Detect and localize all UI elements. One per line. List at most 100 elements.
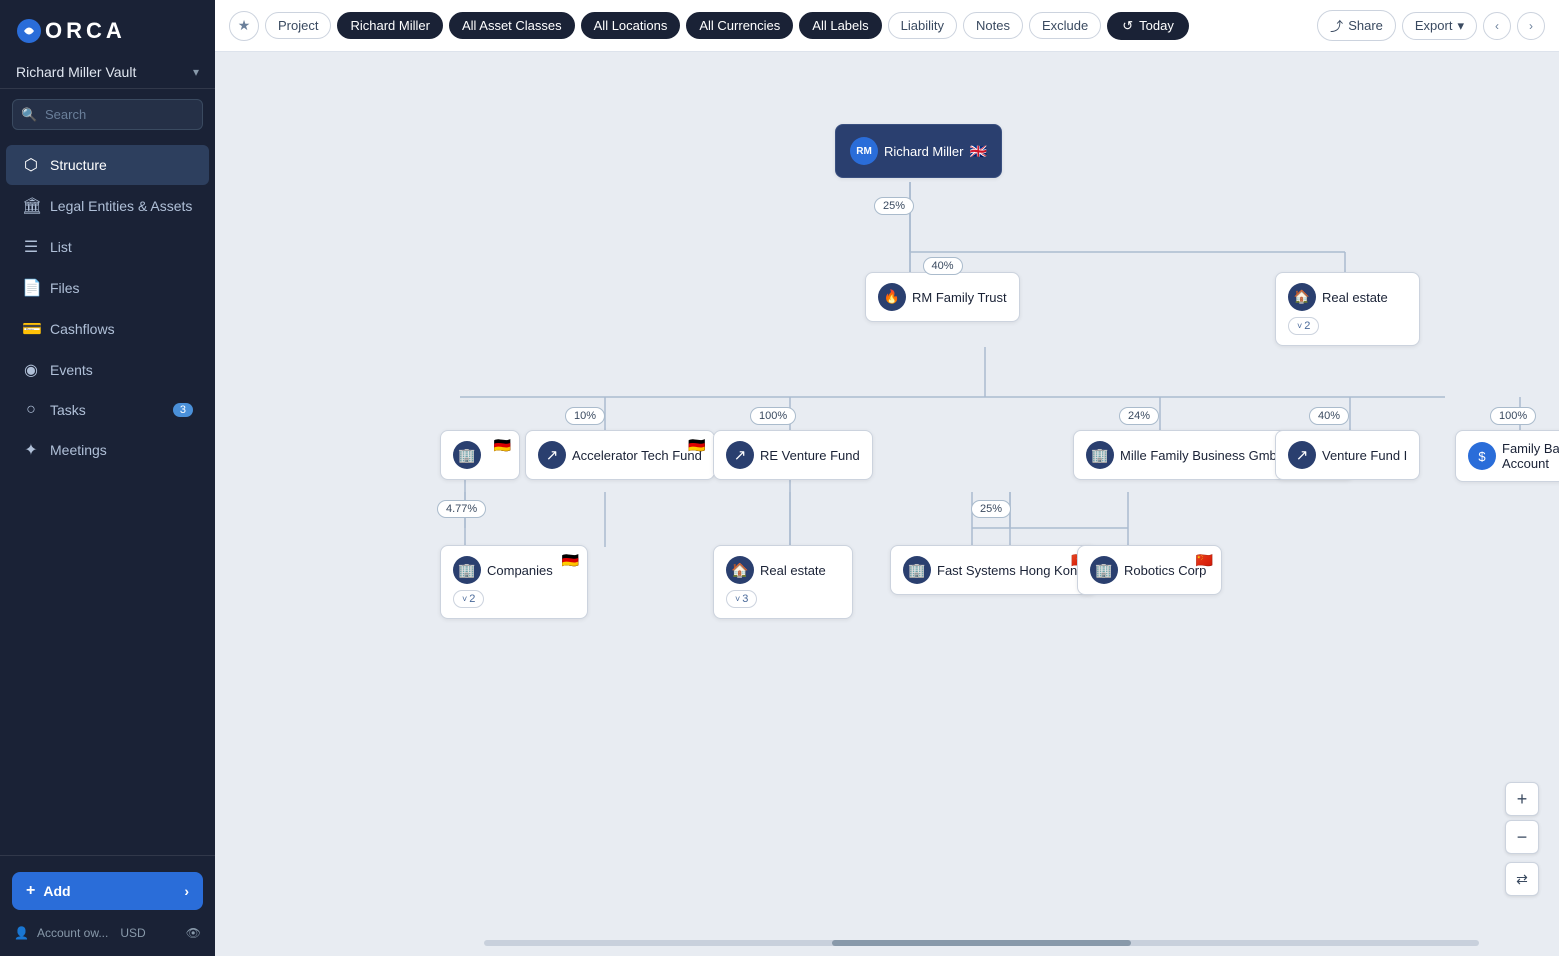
sidebar-item-label: Events [50,362,93,378]
pct-100-re-venture: 100% [750,407,796,425]
real-estate-bot-title: Real estate [760,563,826,578]
export-button[interactable]: Export ▾ [1402,12,1477,40]
labels-label: All Labels [812,18,868,33]
fast-systems-node[interactable]: 🇭🇰 🏢 Fast Systems Hong Kong [890,545,1097,595]
files-icon: 📄 [22,278,40,298]
vault-name: Richard Miller Vault [16,64,136,80]
expand-chevron-icon: ˅ [1297,321,1302,331]
partial-left-node[interactable]: 🇩🇪 🏢 [440,430,520,480]
sidebar-item-label: Structure [50,157,107,173]
richard-miller-filter[interactable]: Richard Miller [337,12,442,39]
growth-icon-acc: ↗ [538,441,566,469]
currency-label: USD [120,926,145,940]
project-button[interactable]: Project [265,12,331,39]
orca-logo: ORCA [16,18,126,44]
real-estate-bot-expand-badge[interactable]: ˅ 3 [726,590,757,608]
richard-miller-node[interactable]: RM Richard Miller 🇬🇧 [835,124,1002,178]
asset-classes-label: All Asset Classes [462,18,562,33]
locations-filter[interactable]: All Locations [581,12,681,39]
family-bank-node[interactable]: + $ Family Bank Account [1455,430,1559,482]
venture-fund-title: Venture Fund I [1322,448,1407,463]
structure-canvas[interactable]: RM Richard Miller 🇬🇧 25% 40% 🔥 RM Family… [215,52,1559,956]
uk-flag-icon: 🇬🇧 [969,143,986,160]
sidebar-item-legal[interactable]: 🏛 Legal Entities & Assets [6,186,209,226]
real-estate-top-title: Real estate [1322,290,1388,305]
toolbar: ★ Project Richard Miller All Asset Class… [215,0,1559,52]
sidebar-item-structure[interactable]: ⬡ Structure [6,145,209,185]
fast-systems-title: Fast Systems Hong Kong [937,563,1084,578]
re-bot-expand-chevron-icon: ˅ [735,594,740,604]
pct-100-family-bank: 100% [1490,407,1536,425]
companies-node[interactable]: 🇩🇪 🏢 Companies ˅ 2 [440,545,588,619]
real-estate-bot-node[interactable]: 🏠 Real estate ˅ 3 [713,545,853,619]
visibility-icon[interactable]: 👁 [186,926,201,940]
export-label: Export [1415,18,1453,33]
bank-icon: $ [1468,442,1496,470]
sidebar-item-files[interactable]: 📄 Files [6,268,209,308]
canvas-scrollbar[interactable] [484,940,1479,946]
today-label: Today [1139,18,1174,33]
zoom-out-button[interactable]: − [1505,820,1539,854]
nav-back-icon: ‹ [1495,19,1499,33]
real-estate-top-node[interactable]: 🏠 Real estate ˅ 2 [1275,272,1420,346]
toolbar-right: ⤴ Share Export ▾ ‹ › [1317,10,1545,41]
robotics-corp-node[interactable]: 🇨🇳 🏢 Robotics Corp [1077,545,1222,595]
rm-family-trust-title: RM Family Trust [912,290,1007,305]
richard-miller-title: Richard Miller [884,144,963,159]
exclude-button[interactable]: Exclude [1029,12,1101,39]
add-button[interactable]: + Add › [12,872,203,910]
tasks-icon: ○ [22,401,40,419]
sidebar-item-events[interactable]: ◉ Events [6,350,209,390]
venture-fund-node[interactable]: ↗ Venture Fund I [1275,430,1420,480]
search-icon: 🔍 [21,107,37,123]
zoom-controls: + − ⇄ [1505,782,1539,896]
sidebar-item-label: Tasks [50,402,86,418]
building-icon-companies: 🏢 [453,556,481,584]
canvas-scrollbar-thumb[interactable] [832,940,1131,946]
logo-area: ORCA [0,0,215,56]
expand-count: 2 [1304,320,1310,332]
labels-filter[interactable]: All Labels [799,12,881,39]
sidebar-item-tasks[interactable]: ○ Tasks 3 [6,391,209,429]
pct-25-top: 25% [874,197,914,215]
accelerator-node[interactable]: 🇩🇪 ↗ Accelerator Tech Fund [525,430,715,480]
robotics-corp-title: Robotics Corp [1124,563,1206,578]
canvas-settings-button[interactable]: ⇄ [1505,862,1539,896]
real-estate-expand-badge[interactable]: ˅ 2 [1288,317,1319,335]
house-icon-top: 🏠 [1288,283,1316,311]
companies-expand-badge[interactable]: ˅ 2 [453,590,484,608]
share-icon: ⤴ [1330,16,1343,35]
connections-svg [215,52,1559,956]
sidebar-item-label: Files [50,280,80,296]
star-button[interactable]: ★ [229,11,259,41]
zoom-in-button[interactable]: + [1505,782,1539,816]
currencies-filter[interactable]: All Currencies [686,12,793,39]
nav-forward-button[interactable]: › [1517,12,1545,40]
share-button[interactable]: ⤴ Share [1317,10,1396,41]
re-venture-node[interactable]: ↗ RE Venture Fund [713,430,873,480]
nav-back-button[interactable]: ‹ [1483,12,1511,40]
vault-selector[interactable]: Richard Miller Vault ▾ [0,56,215,89]
pct-25-bot: 25% [971,500,1011,518]
tasks-badge: 3 [173,403,193,417]
sidebar-item-meetings[interactable]: ✦ Meetings [6,430,209,470]
sidebar-item-list[interactable]: ☰ List [6,227,209,267]
currencies-label: All Currencies [699,18,780,33]
liability-button[interactable]: Liability [888,12,957,39]
today-button[interactable]: ↺ Today [1107,12,1189,40]
sidebar-bottom: + Add › 👤 Account ow... USD 👁 [0,855,215,956]
pct-10-accelerator: 10% [565,407,605,425]
search-input[interactable] [12,99,203,130]
building-icon-fast: 🏢 [903,556,931,584]
vault-chevron: ▾ [193,65,199,79]
pct-24-mille: 24% [1119,407,1159,425]
notes-button[interactable]: Notes [963,12,1023,39]
list-icon: ☰ [22,237,40,257]
sidebar-item-cashflows[interactable]: 💳 Cashflows [6,309,209,349]
account-user-icon: 👤 [14,926,29,940]
asset-classes-filter[interactable]: All Asset Classes [449,12,575,39]
sidebar-item-label: List [50,239,72,255]
rm-family-trust-node[interactable]: 40% 🔥 RM Family Trust [865,272,1020,322]
cashflows-icon: 💳 [22,319,40,339]
sidebar-item-label: Meetings [50,442,107,458]
